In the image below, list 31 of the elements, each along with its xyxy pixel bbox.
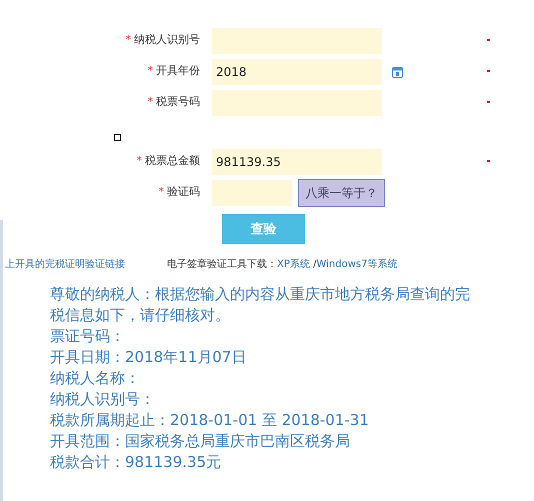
captcha-image: 八乘一等于？ <box>298 178 385 206</box>
verify-link[interactable]: 上开具的完税证明验证链接 <box>5 257 125 272</box>
field-label: 验证码 <box>167 185 200 198</box>
result-message: 尊敬的纳税人：根据您输入的内容从重庆市地方税务局查询的完税信息如下，请仔细核对。 <box>50 284 470 326</box>
required-mark: * <box>136 154 142 168</box>
input-field[interactable] <box>212 90 382 116</box>
required-mark: * <box>158 185 164 198</box>
checkbox[interactable] <box>114 134 121 141</box>
required-mark: * <box>126 33 131 46</box>
result-line: 开具日期：2018年11月07日 <box>50 347 248 368</box>
field-label: 纳税人识别号 <box>134 33 200 46</box>
field-label: 税票号码 <box>156 95 200 108</box>
result-line: 纳税人识别号： <box>50 389 156 410</box>
input-field[interactable] <box>212 28 382 54</box>
result-line: 纳税人名称： <box>50 368 141 389</box>
result-line: 票证号码： <box>50 326 126 347</box>
input-field[interactable]: 2018 <box>212 58 382 84</box>
required-mark: * <box>148 64 153 78</box>
download-link[interactable]: XP系统 <box>277 257 310 272</box>
required-mark: * <box>148 95 153 108</box>
download-link[interactable]: Windows7等系统 <box>316 257 398 272</box>
download-label: 电子签章验证工具下载： <box>167 258 277 272</box>
result-line: 开具范围：国家税务总局重庆市巴南区税务局 <box>50 431 351 452</box>
input-field[interactable] <box>212 180 292 206</box>
calendar-icon[interactable] <box>392 66 403 78</box>
separator: / <box>312 258 316 272</box>
field-label: 开具年份 <box>156 64 200 78</box>
result-line: 税款所属期起止：2018-01-01 至 2018-01-31 <box>50 410 370 431</box>
result-line: 税款合计：981139.35元 <box>50 452 222 473</box>
field-label: 税票总金额 <box>145 154 200 168</box>
input-field[interactable]: 981139.35 <box>212 148 382 174</box>
